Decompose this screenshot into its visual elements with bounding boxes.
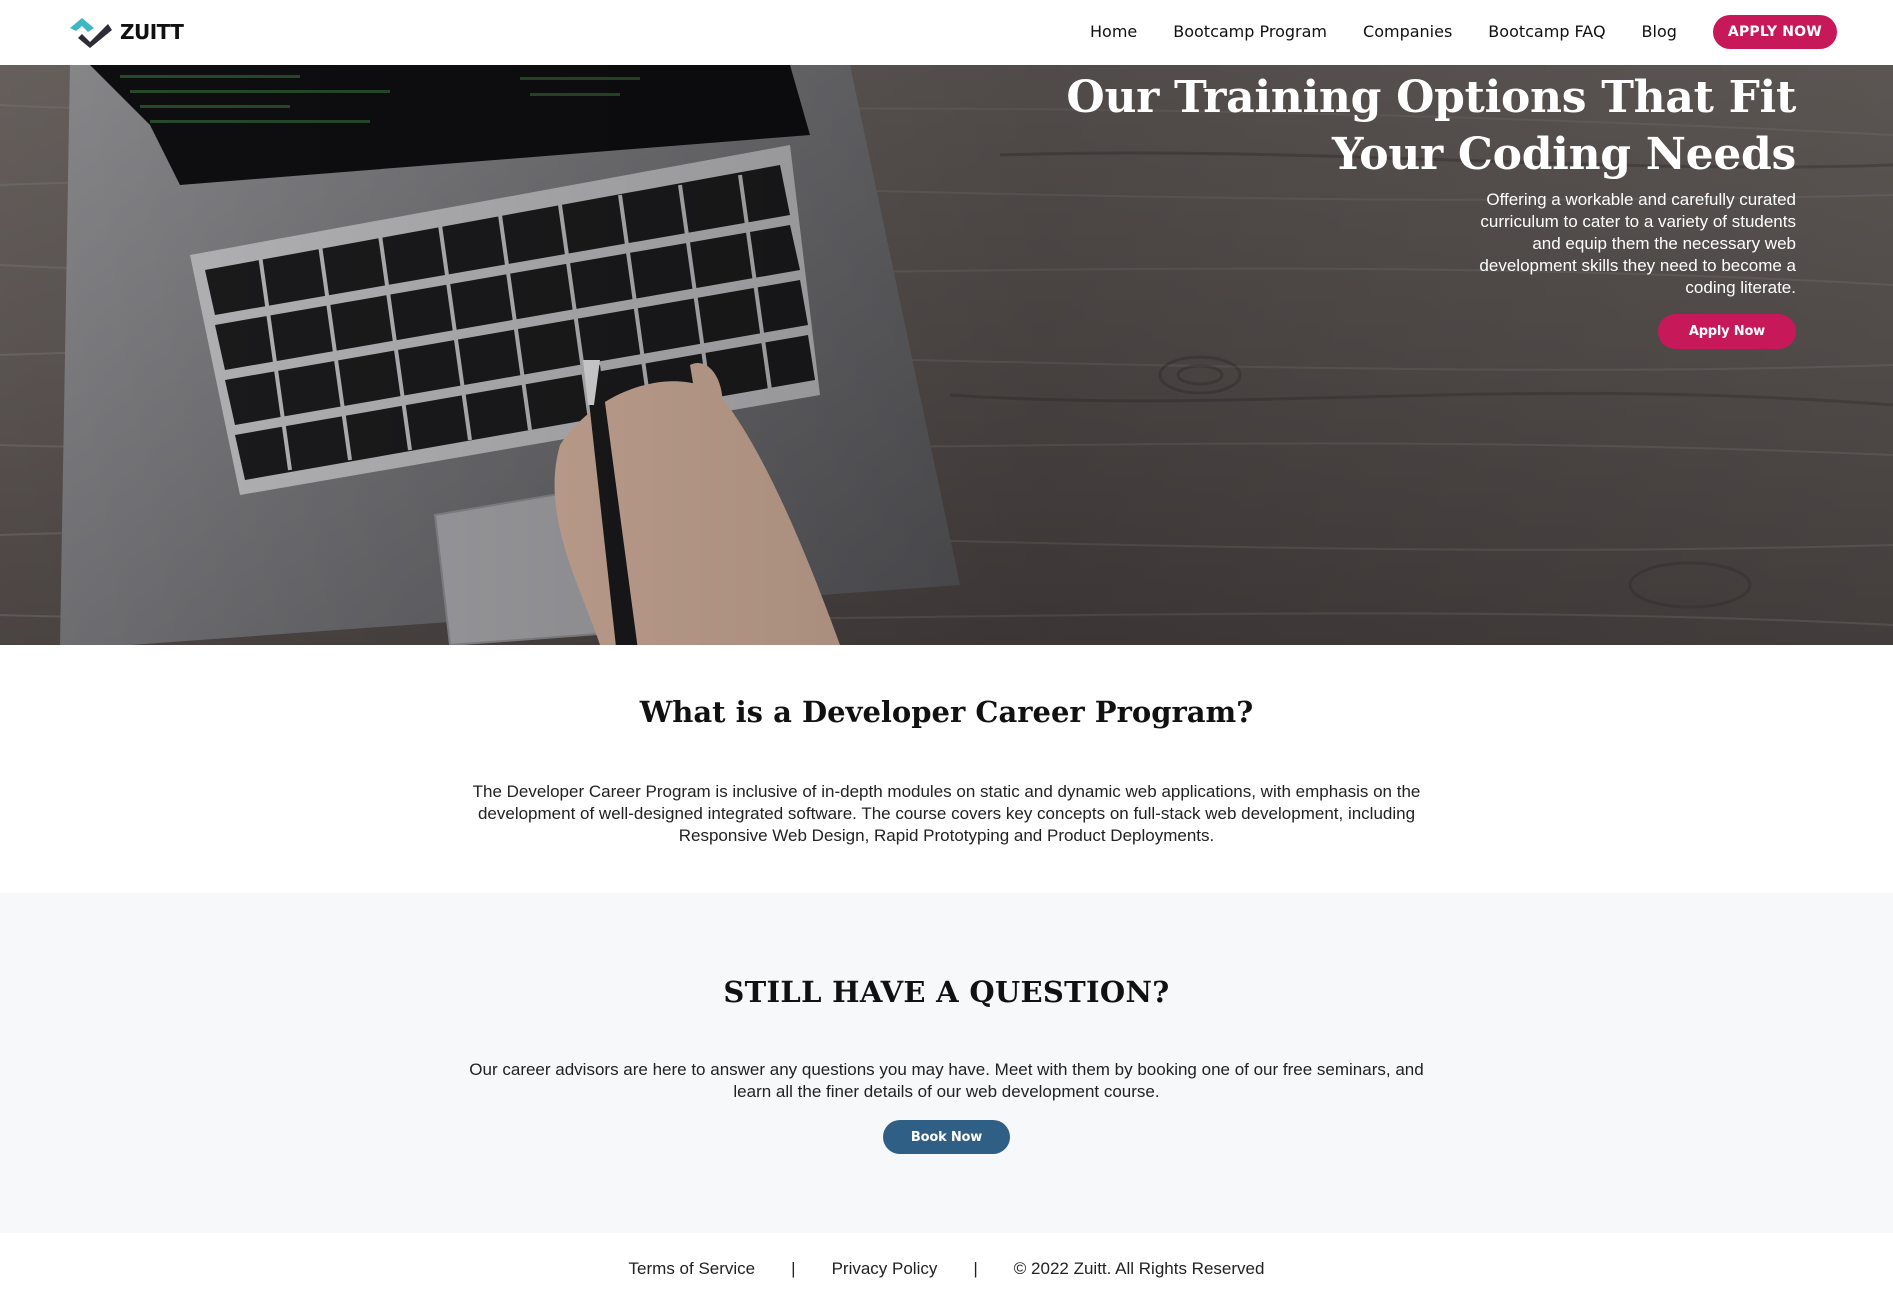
book-now-button[interactable]: Book Now [883,1120,1010,1154]
copyright-text: © 2022 Zuitt. All Rights Reserved [1013,1259,1265,1278]
main-nav: Home Bootcamp Program Companies Bootcamp… [1090,0,1837,63]
nav-apply-now-button[interactable]: APPLY NOW [1712,14,1837,49]
footer-separator: | [973,1259,978,1278]
nav-item-blog[interactable]: Blog [1642,22,1677,41]
question-title: STILL HAVE A QUESTION? [723,975,1170,1009]
question-description: Our career advisors are here to answer a… [469,1060,1424,1101]
hero-title-line-2: Your Coding Needs [1332,129,1796,180]
hero-apply-now-button[interactable]: Apply Now [1657,314,1796,349]
developer-program-section: What is a Developer Career Program? The … [0,645,1893,893]
privacy-policy-link[interactable]: Privacy Policy [832,1259,938,1279]
footer-separator: | [791,1259,796,1278]
brand-logo-link[interactable]: ZUITT [68,14,184,50]
nav-item-home[interactable]: Home [1090,22,1137,41]
nav-item-bootcamp-program[interactable]: Bootcamp Program [1173,22,1327,41]
nav-item-bootcamp-faq[interactable]: Bootcamp FAQ [1488,22,1605,41]
hero-content: Our Training Options That Fit Your Codin… [1036,69,1796,349]
brand-name: ZUITT [120,20,184,44]
question-section: STILL HAVE A QUESTION? Our career adviso… [0,893,1893,1233]
program-title: What is a Developer Career Program? [639,695,1254,729]
page-footer: Terms of Service | Privacy Policy | © 20… [0,1233,1893,1299]
hero-title: Our Training Options That Fit Your Codin… [1036,69,1796,183]
hero-title-line-1: Our Training Options That Fit [1066,72,1796,123]
top-navbar: ZUITT Home Bootcamp Program Companies Bo… [0,0,1893,65]
zuitt-logo-icon [70,18,112,48]
nav-item-companies[interactable]: Companies [1363,22,1452,41]
hero-banner: Our Training Options That Fit Your Codin… [0,65,1893,645]
hero-description: Offering a workable and carefully curate… [1479,190,1796,297]
program-description: The Developer Career Program is inclusiv… [472,782,1421,845]
terms-of-service-link[interactable]: Terms of Service [629,1259,756,1279]
